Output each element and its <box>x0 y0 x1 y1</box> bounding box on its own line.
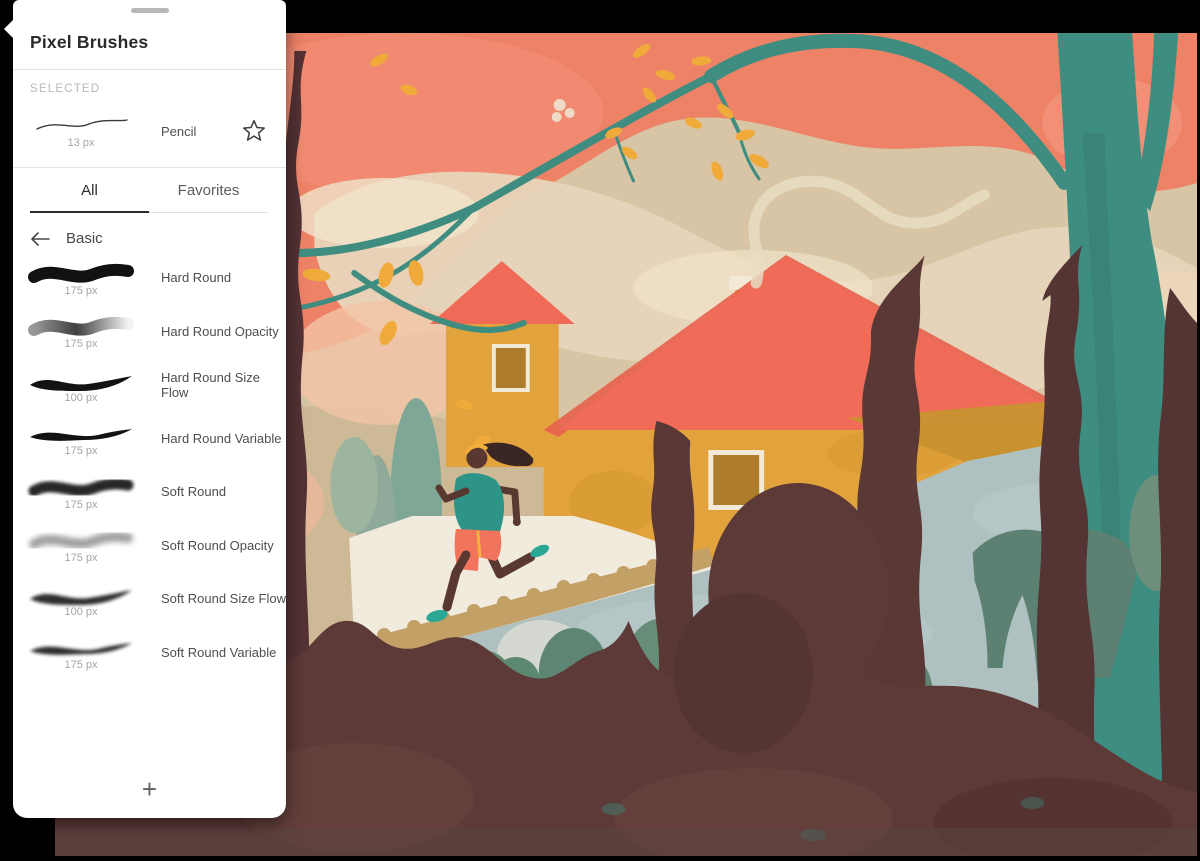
arrow-left-icon <box>30 231 50 247</box>
group-label: Basic <box>66 230 103 247</box>
brush-stroke-thumbnail <box>26 419 136 447</box>
tab-all[interactable]: All <box>30 168 149 213</box>
brush-row-soft-round-variable[interactable]: 175 px Soft Round Variable <box>13 626 286 680</box>
brush-row-hard-round-variable[interactable]: 175 px Hard Round Variable <box>13 412 286 466</box>
selected-brush-name: Pencil <box>161 124 240 139</box>
pencil-stroke-thumbnail <box>31 114 131 136</box>
selected-brush-size: 13 px <box>26 137 136 149</box>
group-back-row[interactable]: Basic <box>30 230 286 247</box>
brush-row-soft-round[interactable]: 175 px Soft Round <box>13 465 286 519</box>
brush-stroke-thumbnail <box>26 366 136 394</box>
brush-tabs: All Favorites <box>30 168 268 213</box>
brush-row-soft-round-opacity[interactable]: 175 px Soft Round Opacity <box>13 519 286 573</box>
brush-stroke-thumbnail <box>26 633 136 661</box>
pixel-brushes-panel: Pixel Brushes SELECTED 13 px Pencil <box>13 0 286 818</box>
brush-stroke-thumbnail <box>26 526 136 554</box>
brush-stroke-thumbnail <box>26 580 136 608</box>
panel-notch-arrow <box>4 19 14 39</box>
divider <box>13 69 286 70</box>
brush-row-hard-round[interactable]: 175 px Hard Round <box>13 251 286 305</box>
selected-heading: SELECTED <box>30 83 286 95</box>
drag-handle[interactable] <box>131 8 169 13</box>
brush-row-hard-round-size-flow[interactable]: 100 px Hard Round Size Flow <box>13 358 286 412</box>
star-icon <box>240 117 268 145</box>
app-stage: Pixel Brushes SELECTED 13 px Pencil <box>0 0 1200 861</box>
selected-brush-row[interactable]: 13 px Pencil <box>13 95 286 167</box>
selected-brush-section: SELECTED 13 px Pencil <box>13 83 286 167</box>
brush-row-soft-round-size-flow[interactable]: 100 px Soft Round Size Flow <box>13 572 286 626</box>
favorite-star-button[interactable] <box>240 117 268 145</box>
plus-icon: + <box>142 774 157 804</box>
brush-list: 175 px Hard Round 175 px Hard Round Opac… <box>13 251 286 679</box>
brush-row-hard-round-opacity[interactable]: 175 px Hard Round Opacity <box>13 305 286 359</box>
brush-stroke-thumbnail <box>26 312 136 340</box>
brush-stroke-thumbnail <box>26 259 136 287</box>
tab-favorites[interactable]: Favorites <box>149 168 268 213</box>
brush-stroke-thumbnail <box>26 473 136 501</box>
add-brush-button[interactable]: + <box>130 772 169 806</box>
